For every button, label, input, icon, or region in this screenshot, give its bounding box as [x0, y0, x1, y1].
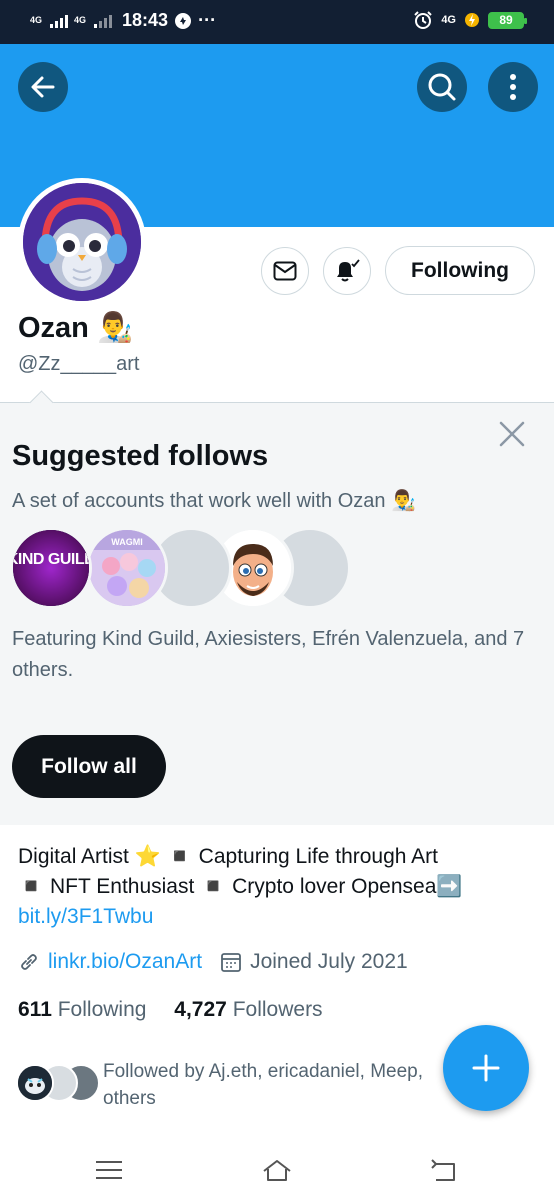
search-button[interactable]: [417, 62, 467, 112]
menu-icon[interactable]: [93, 1154, 125, 1186]
featuring-text: Featuring Kind Guild, Axiesisters, Efrén…: [12, 628, 525, 681]
user-handle: @Zz_____art: [18, 353, 140, 375]
message-button[interactable]: [261, 247, 309, 295]
link-icon: [21, 954, 37, 970]
wagmi-text: WAGMI: [111, 537, 143, 547]
profile-avatar[interactable]: [18, 178, 146, 306]
home-icon[interactable]: [261, 1154, 293, 1186]
network-right: 4G: [441, 14, 456, 26]
followed-by-line-2: others: [103, 1088, 156, 1109]
close-icon[interactable]: [496, 418, 528, 450]
plus-icon: [472, 1054, 500, 1082]
network-indicator-2: 4G: [74, 15, 87, 25]
profile-bio: Digital Artist ⭐ ◾ Capturing Life throug…: [18, 842, 538, 932]
more-notifications: ···: [198, 10, 217, 30]
battery-icon: 89: [488, 11, 527, 29]
notifications-button[interactable]: [323, 247, 371, 295]
more-vertical-icon: [510, 74, 516, 100]
status-left: 4G 4G 18:43 ···: [30, 10, 216, 31]
following-count[interactable]: 611 Following: [18, 998, 146, 1021]
followed-by-text: Followed by Aj.eth, ericadaniel, Meep, o…: [103, 1058, 453, 1112]
more-options-button[interactable]: [488, 62, 538, 112]
following-button[interactable]: Following: [385, 246, 535, 295]
back-nav-icon[interactable]: [428, 1154, 460, 1186]
back-arrow-icon: [31, 76, 55, 98]
website-link[interactable]: linkr.bio/OzanArt: [48, 950, 202, 974]
follow-counts: 611 Following 4,727 Followers: [18, 998, 323, 1022]
joined-date: Joined July 2021: [250, 950, 408, 973]
mail-icon: [273, 261, 297, 281]
charging-icon: [465, 13, 479, 27]
clock: 18:43: [122, 10, 169, 30]
bio-line-1: Digital Artist ⭐ ◾ Capturing Life throug…: [18, 845, 438, 868]
owl-avatar-image: [23, 183, 141, 301]
display-name: Ozan 👨‍🎨: [18, 312, 134, 344]
system-navigation-bar: [0, 1140, 554, 1200]
network-indicator-1: 4G: [30, 15, 43, 25]
followers-count[interactable]: 4,727 Followers: [174, 998, 322, 1021]
signal-icon-2: [94, 14, 113, 28]
bell-check-icon: [337, 259, 360, 282]
followers-number: 4,727: [174, 998, 227, 1021]
back-button[interactable]: [18, 62, 68, 112]
following-number: 611: [18, 998, 52, 1021]
avatar-kind-guild[interactable]: KIND GUILD: [10, 527, 92, 609]
alarm-icon: [414, 11, 433, 29]
app-notification-icon: [175, 12, 192, 29]
follower-avatar-1: [16, 1064, 54, 1102]
bio-line-2: ◾ NFT Enthusiast ◾ Crypto lover Opensea➡…: [18, 875, 463, 898]
signal-icon: [50, 14, 69, 28]
status-right: 4G 89: [413, 10, 527, 30]
follow-all-button[interactable]: Follow all: [12, 735, 166, 798]
suggested-follows-subtitle: A set of accounts that work well with Oz…: [12, 490, 416, 512]
kind-guild-text: KIND GUILD: [13, 551, 89, 568]
bio-link[interactable]: bit.ly/3F1Twbu: [18, 902, 538, 932]
avatar-axiesisters[interactable]: WAGMI: [86, 527, 168, 609]
compose-tweet-button[interactable]: [443, 1025, 529, 1111]
suggested-follows-title: Suggested follows: [12, 440, 269, 472]
search-icon: [428, 73, 456, 101]
calendar-icon: [221, 953, 241, 972]
status-bar: 4G 4G 18:43 ··· 4G 89: [0, 0, 554, 44]
followed-by-line-1: Followed by Aj.eth, ericadaniel, Meep,: [103, 1061, 424, 1082]
following-label: Following: [57, 998, 147, 1021]
profile-meta: linkr.bio/OzanArt Joined July 2021: [18, 950, 408, 974]
followers-label: Followers: [232, 998, 323, 1021]
